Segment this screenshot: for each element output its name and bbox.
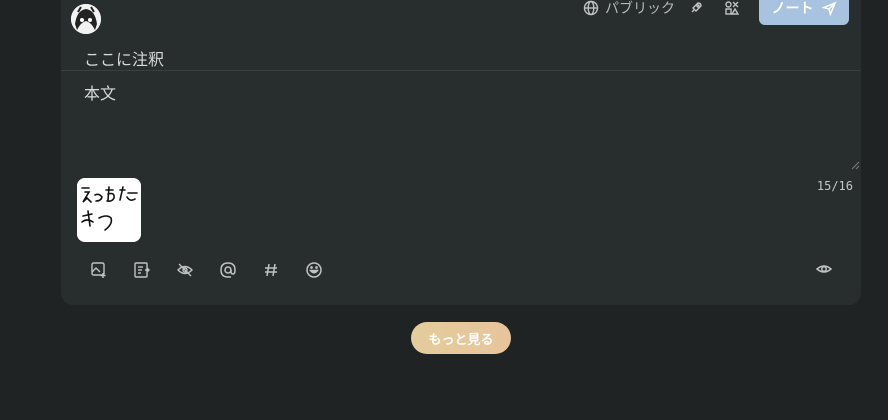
see-more-label: もっと見る [428, 332, 494, 348]
attached-image[interactable] [77, 178, 141, 242]
post-composer: パブリック ノート ここに注釈 本文 15/16 [61, 0, 861, 305]
rocket-icon[interactable] [688, 0, 706, 18]
mention-icon[interactable] [218, 260, 238, 280]
emoji-icon[interactable] [304, 260, 324, 280]
avatar[interactable] [71, 4, 101, 34]
poll-icon[interactable] [132, 260, 152, 280]
composer-header: パブリック ノート [61, 0, 861, 36]
globe-icon [583, 0, 599, 16]
resize-handle[interactable] [851, 161, 860, 170]
handwriting-image [77, 178, 141, 242]
preview-eye-icon[interactable] [815, 260, 835, 280]
see-more-button[interactable]: もっと見る [411, 322, 511, 354]
eye-off-icon[interactable] [175, 260, 195, 280]
image-add-icon[interactable] [89, 260, 109, 280]
note-button-label: ノート [771, 1, 814, 17]
note-post-button[interactable]: ノート [759, 0, 849, 25]
body-textarea[interactable]: 本文 [84, 80, 116, 104]
composer-toolbar [89, 260, 347, 280]
cw-placeholder: ここに注釈 [84, 50, 165, 69]
cw-field[interactable]: ここに注釈 [61, 36, 861, 71]
send-icon [821, 0, 837, 16]
character-counter: 15/16 [816, 179, 853, 193]
visibility-label: パブリック [605, 1, 675, 17]
widgets-icon[interactable] [724, 0, 742, 18]
visibility-selector[interactable]: パブリック [583, 0, 675, 17]
hashtag-icon[interactable] [261, 260, 281, 280]
